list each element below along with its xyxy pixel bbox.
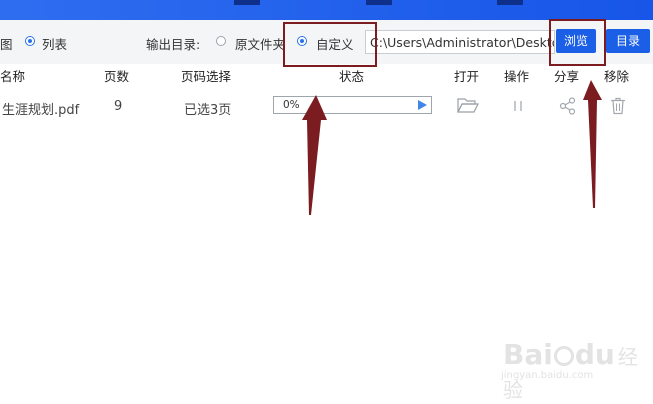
- arrow-up-icon: [302, 95, 327, 215]
- watermark-brand: Bai: [503, 338, 553, 371]
- watermark-brand-2: du: [574, 338, 615, 371]
- arrow-up-icon: [583, 80, 602, 208]
- watermark-url: jingyan.baidu.com: [501, 370, 594, 381]
